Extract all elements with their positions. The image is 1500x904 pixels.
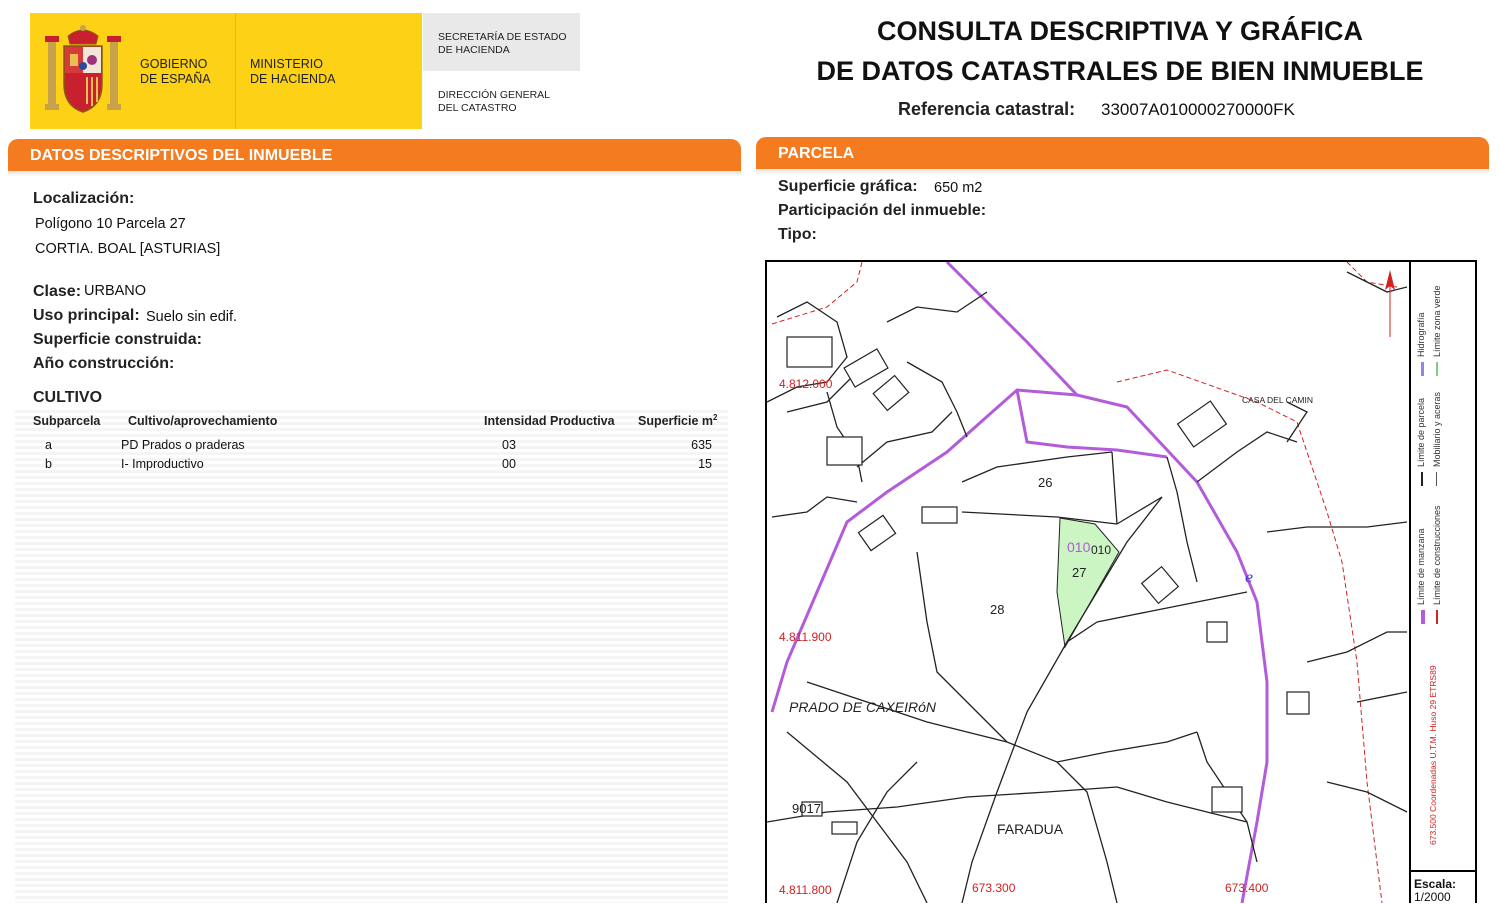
legend-manzana-sample (1421, 610, 1425, 624)
section-bar-shadow (8, 171, 741, 177)
th-superficie: Superficie m2 (638, 413, 717, 428)
row-b-superficie: 15 (698, 457, 712, 471)
legend-parcela: Límite de parcela (1416, 397, 1426, 467)
direccion-line2: DEL CATASTRO (438, 102, 517, 114)
section-bar-datos-descriptivos: DATOS DESCRIPTIVOS DEL INMUEBLE (8, 139, 741, 171)
th-cultivo: Cultivo/aprovechamiento (128, 414, 278, 428)
page-title-line1: CONSULTA DESCRIPTIVA Y GRÁFICA (876, 16, 1364, 46)
secretaria-text: SECRETARÍA DE ESTADO DE HACIENDA (438, 31, 567, 57)
coord-y-bottom: 4.811.800 (779, 883, 832, 897)
gobierno-line2: DE ESPAÑA (140, 72, 211, 86)
north-arrow-icon (1385, 270, 1395, 337)
legend-separator (1409, 262, 1411, 903)
row-a-superficie: 635 (691, 438, 712, 452)
localizacion-line1: Polígono 10 Parcela 27 (35, 216, 186, 232)
th-superficie-text: Superficie m (638, 414, 714, 429)
gobierno-text: GOBIERNO DE ESPAÑA (140, 57, 211, 87)
coord-x-right: 673.400 (1225, 881, 1269, 895)
th-subparcela: Subparcela (33, 414, 101, 428)
gobierno-line1: GOBIERNO (140, 57, 208, 71)
direccion-line1: DIRECCIÓN GENERAL (438, 89, 551, 101)
parcel-28[interactable]: 28 (990, 602, 1004, 617)
section-bar-parcela: PARCELA (756, 137, 1489, 169)
row-a-sub: a (45, 438, 52, 452)
place-faradua: FARADUA (997, 821, 1064, 837)
superficie-grafica-value: 650 m2 (934, 180, 983, 196)
clase-label: Clase: (33, 283, 82, 300)
ref-catastral-value: 33007A010000270000FK (1101, 100, 1295, 119)
legend-mobiliario: Mobiliario y aceras (1432, 391, 1442, 467)
legend-scale-separator (1411, 870, 1477, 872)
escala-value: 1/2000 (1414, 890, 1451, 904)
clase-value: URBANO (84, 283, 147, 299)
legend-coordinates: 673.500 Coordenadas U.T.M. Huso 29 ETRS8… (1428, 665, 1438, 845)
superficie-construida-label: Superficie construida: (33, 331, 202, 348)
row-b-cultivo: I- Improductivo (121, 457, 204, 471)
row-a-cultivo: PD Prados o praderas (121, 438, 245, 452)
logo-divider (235, 13, 236, 129)
uso-principal-label: Uso principal: (33, 307, 140, 324)
row-b-intensidad: 00 (502, 457, 516, 471)
secretaria-line2: DE HACIENDA (438, 44, 510, 56)
legend-zona-verde-sample (1436, 362, 1438, 376)
parcel-010-black: 010 (1091, 543, 1112, 557)
cultivo-table (15, 410, 728, 903)
row-b-sub: b (45, 457, 52, 471)
section-title-datos: DATOS DESCRIPTIVOS DEL INMUEBLE (30, 147, 333, 164)
legend-mobiliario-sample (1436, 472, 1437, 486)
parcel-9017: 9017 (792, 801, 821, 816)
ministerio-line2: DE HACIENDA (250, 72, 336, 86)
secretaria-line1: SECRETARÍA DE ESTADO (438, 31, 567, 43)
th-superficie-sup: 2 (713, 413, 718, 422)
coord-y-mid: 4.811.900 (779, 630, 832, 644)
place-prado: PRADO DE CAXEIRóN (789, 699, 937, 715)
th-intensidad: Intensidad Productiva (484, 414, 615, 428)
escala-label: Escala: (1414, 877, 1457, 891)
localizacion-line2: CORTIA. BOAL [ASTURIAS] (35, 241, 221, 257)
localizacion-label: Localización: (33, 190, 135, 207)
coat-of-arms-icon (45, 25, 121, 113)
legend-parcela-sample (1421, 472, 1423, 486)
place-casa-del-camin: CASA DEL CAMIN (1242, 395, 1314, 405)
uso-principal-value: Suelo sin edif. (146, 309, 238, 325)
ministerio-text: MINISTERIO DE HACIENDA (250, 57, 335, 87)
legend-manzana: Límite de manzana (1416, 528, 1426, 605)
ministerio-line1: MINISTERIO (250, 57, 323, 71)
legend-construcciones-sample (1436, 610, 1438, 624)
tipo-label: Tipo: (778, 226, 817, 243)
page-title-line2: DE DATOS CATASTRALES DE BIEN INMUEBLE (816, 56, 1424, 86)
parcel-27[interactable]: 27 (1072, 565, 1086, 580)
legend-hidrografia: Hidrografía (1416, 312, 1426, 357)
legend-zona-verde: Límite zona verde (1432, 285, 1442, 357)
legend-hidro-sample (1421, 362, 1424, 376)
superficie-grafica-label: Superficie gráfica: (778, 178, 918, 195)
row-a-intensidad: 03 (502, 438, 516, 452)
parcel-010-purple: 010 (1067, 539, 1091, 555)
ref-catastral-label: Referencia catastral: (898, 99, 1076, 119)
coord-x-left: 673.300 (972, 881, 1016, 895)
coord-y-top: 4.812.000 (779, 377, 833, 391)
section-title-parcela: PARCELA (778, 145, 855, 162)
cultivo-title: CULTIVO (33, 389, 103, 406)
ano-construccion-label: Año construcción: (33, 355, 175, 372)
participacion-label: Participación del inmueble: (778, 202, 987, 219)
section-bar-shadow-parcela (756, 169, 1489, 175)
legend-construcciones: Límite de construcciones (1432, 505, 1442, 605)
hydro-symbol: ℯ (1245, 569, 1253, 585)
parcel-26[interactable]: 26 (1038, 475, 1052, 490)
direccion-text: DIRECCIÓN GENERAL DEL CATASTRO (438, 89, 550, 115)
map-drawing: ℯ (767, 262, 1408, 903)
